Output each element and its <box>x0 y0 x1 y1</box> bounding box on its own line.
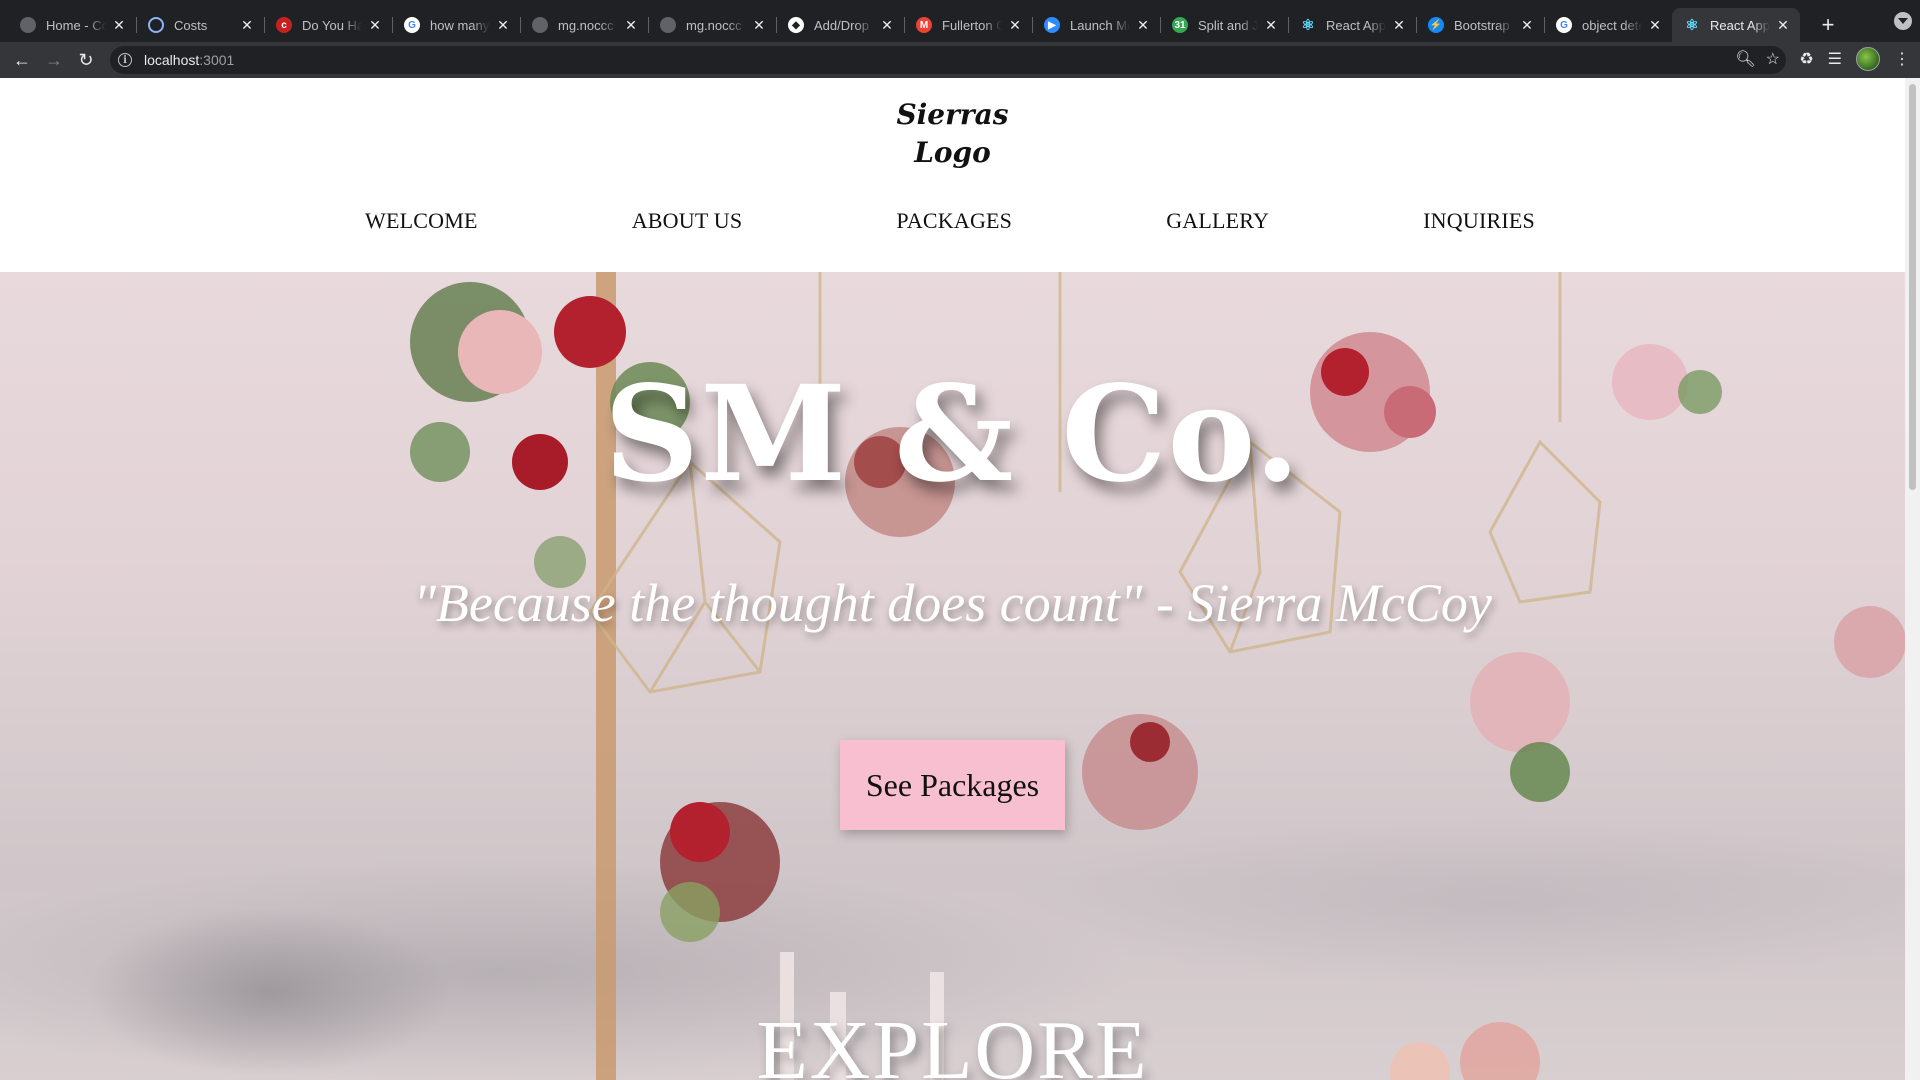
browser-tab[interactable]: ⚛ React App ✕ <box>1672 8 1800 42</box>
media-queue-icon[interactable]: ☰ <box>1828 49 1842 69</box>
tab-close-icon[interactable]: ✕ <box>1392 17 1406 34</box>
tab-title: Launch Me <box>1070 17 1130 33</box>
tab-title: mg.noccc <box>686 17 742 33</box>
nav-packages[interactable]: PACKAGES <box>896 208 1012 234</box>
circle-gray-icon <box>20 17 36 33</box>
tab-close-icon[interactable]: ✕ <box>1520 17 1534 34</box>
browser-tab-strip: Home - Co✕Costs✕cDo You Hav✕Ghow many✕mg… <box>0 0 1920 42</box>
tab-title: Add/Drop C <box>814 17 874 33</box>
nav-about-us[interactable]: ABOUT US <box>632 208 743 234</box>
nav-gallery[interactable]: GALLERY <box>1166 208 1269 234</box>
react-icon: ⚛ <box>1685 17 1699 34</box>
page-viewport: Sierras Logo WELCOME ABOUT US PACKAGES G… <box>0 78 1905 1080</box>
loading-ring-icon <box>148 17 164 33</box>
bookmark-star-icon[interactable]: ☆ <box>1766 49 1780 69</box>
browser-tab[interactable]: M Fullerton C ✕ <box>904 8 1032 42</box>
google-g-icon: G <box>404 17 420 33</box>
url-port: :3001 <box>199 52 235 68</box>
browser-tab[interactable]: Home - Co ✕ <box>8 8 136 42</box>
browser-tab[interactable]: ▶ Launch Me ✕ <box>1032 8 1160 42</box>
url-host: localhost <box>144 52 200 68</box>
tab-close-icon[interactable]: ✕ <box>240 17 254 34</box>
circle-gray-icon <box>660 17 676 33</box>
site-logo[interactable]: Sierras Logo <box>0 96 1905 172</box>
hero-quote: "Because the thought does count" - Sierr… <box>413 573 1492 633</box>
tab-title: Bootstrap <box>1454 17 1510 33</box>
site-header: Sierras Logo WELCOME ABOUT US PACKAGES G… <box>0 78 1905 272</box>
browser-tab[interactable]: Costs ✕ <box>136 8 264 42</box>
browser-tab[interactable]: mg.noccc ✕ <box>520 8 648 42</box>
nav-welcome[interactable]: WELCOME <box>365 208 478 234</box>
tab-title: Do You Hav <box>302 17 362 33</box>
browser-tab[interactable]: mg.noccc ✕ <box>648 8 776 42</box>
tab-close-icon[interactable]: ✕ <box>880 17 894 34</box>
tab-close-icon[interactable]: ✕ <box>1776 17 1790 34</box>
google-g-icon: G <box>1556 17 1572 33</box>
browser-tab[interactable]: c Do You Hav ✕ <box>264 8 392 42</box>
logo-line-1: Sierras <box>896 98 1009 131</box>
tab-close-icon[interactable]: ✕ <box>1136 17 1150 34</box>
back-arrow-icon[interactable]: ← <box>6 44 38 76</box>
tab-title: mg.noccc <box>558 17 614 33</box>
red-c-icon: c <box>276 17 292 33</box>
tab-close-icon[interactable]: ✕ <box>112 17 126 34</box>
browser-tab[interactable]: ⚡ Bootstrap ✕ <box>1416 8 1544 42</box>
circle-gray-icon <box>532 17 548 33</box>
hero-section: SM & Co. "Because the thought does count… <box>0 272 1905 1080</box>
profile-avatar[interactable] <box>1856 47 1880 71</box>
hero-title: SM & Co. <box>603 357 1302 512</box>
tab-title: Fullerton C <box>942 17 1002 33</box>
main-nav: WELCOME ABOUT US PACKAGES GALLERY INQUIR… <box>365 208 1535 234</box>
tab-close-icon[interactable]: ✕ <box>1008 17 1022 34</box>
tab-list: Home - Co✕Costs✕cDo You Hav✕Ghow many✕mg… <box>0 0 1842 42</box>
extensions-puzzle-icon[interactable]: ♻ <box>1799 49 1813 69</box>
omnibox-actions: 🔍︎ ☆ <box>1735 49 1780 69</box>
tab-title: Split and J <box>1198 17 1258 33</box>
toolbar-actions: ♻ ☰ ⋮ <box>1799 47 1910 71</box>
new-tab-plus-icon[interactable]: + <box>1814 11 1842 39</box>
forward-arrow-icon[interactable]: → <box>38 44 70 76</box>
tab-title: React App <box>1710 17 1770 33</box>
tab-title: React App <box>1326 17 1386 33</box>
tab-close-icon[interactable]: ✕ <box>368 17 382 34</box>
address-url[interactable]: localhost:3001 <box>144 52 234 68</box>
scrollbar-thumb[interactable] <box>1909 84 1916 490</box>
tab-close-icon[interactable]: ✕ <box>1648 17 1662 34</box>
zoom-icon[interactable]: 🔍︎ <box>1735 49 1755 69</box>
react-icon: ⚛ <box>1301 17 1315 34</box>
site-info-icon[interactable]: i <box>118 53 132 67</box>
address-bar[interactable]: i localhost:3001 🔍︎ ☆ <box>110 46 1786 74</box>
nav-inquiries[interactable]: INQUIRIES <box>1423 208 1535 234</box>
more-menu-icon[interactable]: ⋮ <box>1894 49 1910 69</box>
tab-close-icon[interactable]: ✕ <box>624 17 638 34</box>
tab-title: Costs <box>174 17 208 33</box>
browser-tab[interactable]: Gobject dete ✕ <box>1544 8 1672 42</box>
tab-close-icon[interactable]: ✕ <box>1264 17 1278 34</box>
page-scrollbar[interactable] <box>1905 78 1920 1080</box>
tab-close-icon[interactable]: ✕ <box>496 17 510 34</box>
browser-tab[interactable]: 31 Split and J ✕ <box>1160 8 1288 42</box>
diamond-icon: ◆ <box>788 17 804 33</box>
browser-toolbar: ← → ↻ i localhost:3001 🔍︎ ☆ ♻ ☰ ⋮ <box>0 42 1920 78</box>
explore-heading: EXPLORE <box>756 1004 1149 1080</box>
tab-search-icon[interactable] <box>1894 12 1912 30</box>
browser-tab[interactable]: Ghow many ✕ <box>392 8 520 42</box>
see-packages-button[interactable]: See Packages <box>840 740 1065 830</box>
tab-title: object dete <box>1582 17 1642 33</box>
logo-line-2: Logo <box>914 136 991 169</box>
stackblitz-icon: ⚡ <box>1428 17 1444 33</box>
tab-title: how many <box>430 17 490 33</box>
gmail-icon: M <box>916 17 932 33</box>
browser-tab[interactable]: ⚛ React App ✕ <box>1288 8 1416 42</box>
calendar-icon: 31 <box>1172 17 1188 33</box>
zoom-icon: ▶ <box>1044 17 1060 33</box>
reload-icon[interactable]: ↻ <box>70 44 102 76</box>
tab-close-icon[interactable]: ✕ <box>752 17 766 34</box>
tab-title: Home - Co <box>46 17 106 33</box>
browser-tab[interactable]: ◆ Add/Drop C ✕ <box>776 8 904 42</box>
